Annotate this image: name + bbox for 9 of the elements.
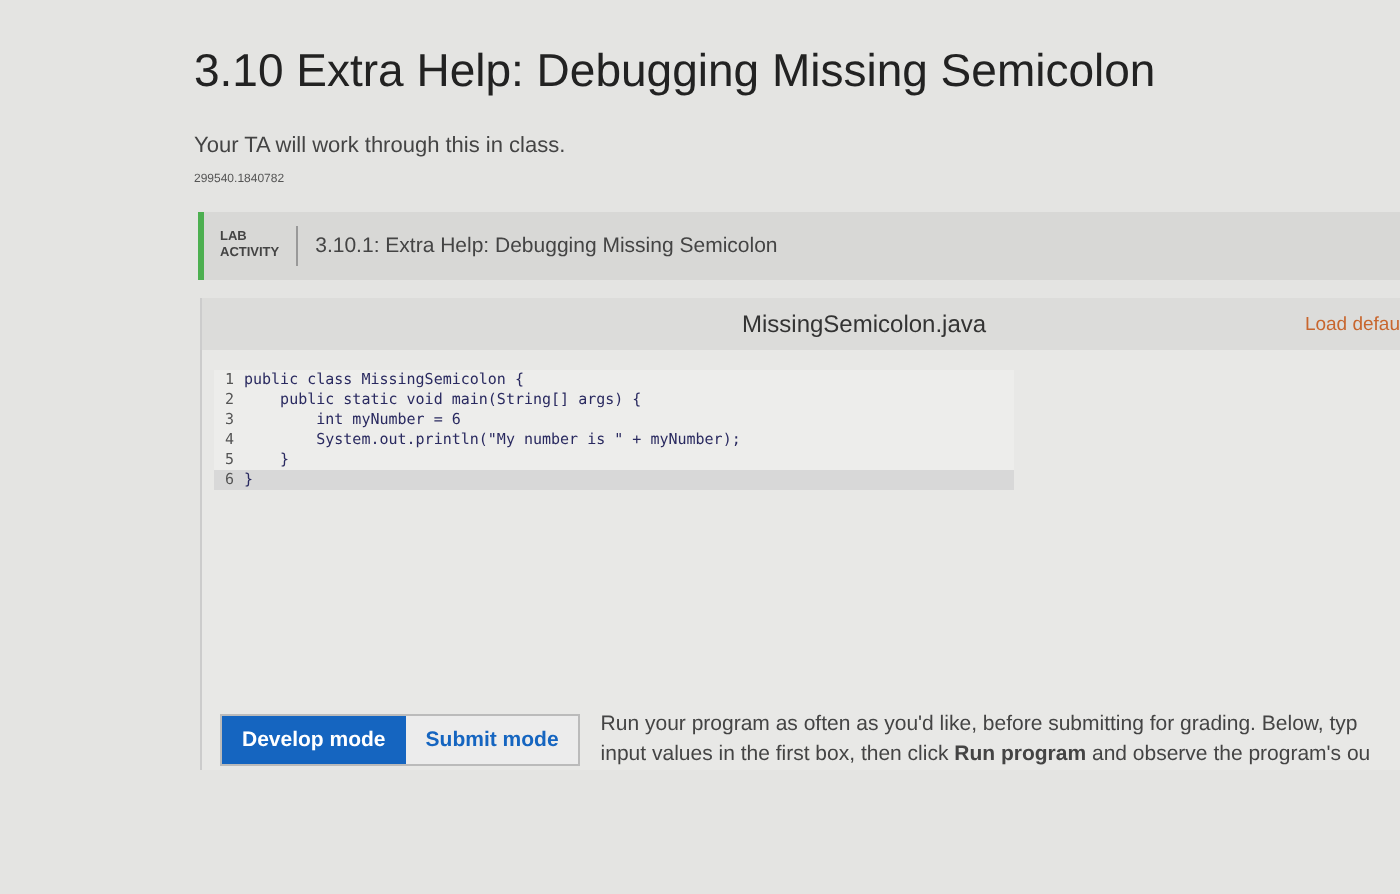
activity-title: 3.10.1: Extra Help: Debugging Missing Semicolon	[315, 234, 778, 258]
load-default-link[interactable]: Load defau	[1304, 313, 1400, 335]
mode-tab[interactable]: Submit mode	[405, 716, 579, 764]
instructions-text: Run your program as often as you'd like, before submitting for grading. Below, typ	[600, 710, 1360, 740]
description: Your TA will work through this in class.	[194, 134, 566, 158]
file-name: MissingSemicolon.java	[742, 310, 987, 338]
mode-tab[interactable]: Develop mode	[222, 716, 406, 764]
instructions-text: input values in the first box, then click Run program and observe the program's ou	[600, 740, 1371, 770]
page-title: 3.10 Extra Help: Debugging Missing Semicolon	[194, 44, 1156, 98]
